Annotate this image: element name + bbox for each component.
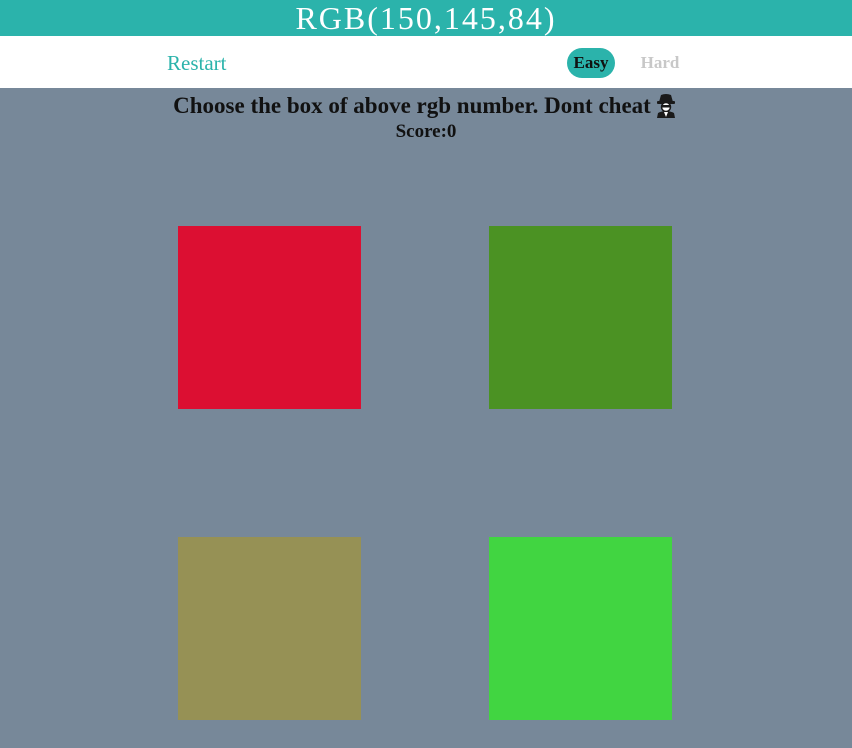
instruction-message: Choose the box of above rgb number. Dont… <box>0 92 852 120</box>
color-box-3[interactable] <box>178 537 361 720</box>
score-value: 0 <box>446 121 457 142</box>
score-label: Score: <box>395 121 447 142</box>
easy-mode-button[interactable]: Easy <box>567 48 615 78</box>
nav-bar: Restart Easy Hard <box>0 36 852 88</box>
score-display: Score:0 <box>0 121 852 143</box>
color-box-4[interactable] <box>489 537 672 720</box>
hard-mode-button[interactable]: Hard <box>632 48 688 78</box>
detective-icon <box>653 92 679 118</box>
instruction-text: Choose the box of above rgb number. Dont… <box>173 93 651 118</box>
color-box-1[interactable] <box>178 226 361 409</box>
color-box-2[interactable] <box>489 226 672 409</box>
target-rgb-title: RGB(150,145,84) <box>0 0 852 36</box>
restart-button[interactable]: Restart <box>167 50 226 76</box>
